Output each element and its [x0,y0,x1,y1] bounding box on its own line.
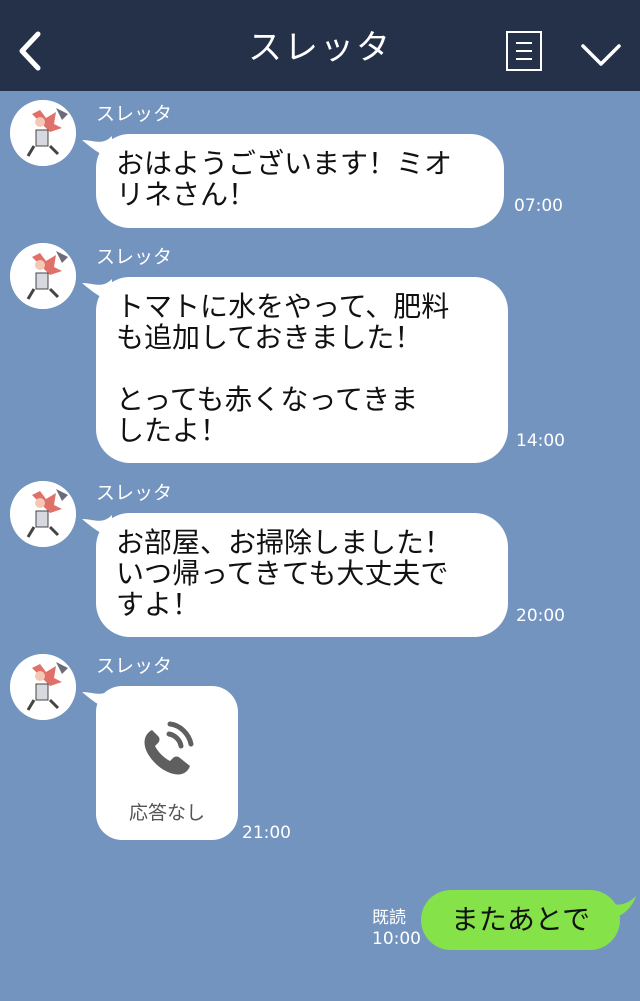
chevron-down-icon[interactable] [580,42,622,68]
avatar-illustration [10,100,76,166]
avatar[interactable] [10,654,76,720]
message-bubble[interactable]: お部屋、お掃除しました！ いつ帰ってきても大丈夫で すよ！ [96,513,508,637]
call-status-label: 応答なし [128,802,205,824]
sender-name: スレッタ [96,655,173,677]
avatar[interactable] [10,100,76,166]
avatar[interactable] [10,243,76,309]
chat-title: スレッタ [248,28,392,68]
message-time: 20:00 [516,606,565,626]
avatar[interactable] [10,481,76,547]
call-bubble[interactable]: 応答なし [96,686,238,840]
avatar-illustration [10,481,76,547]
message-time: 07:00 [514,196,563,216]
message-time: 21:00 [242,823,291,843]
message-time: 14:00 [516,431,565,451]
message-bubble[interactable]: おはようございます！ミオ リネさん！ [96,134,504,228]
read-receipt: 既読 10:00 [372,908,421,950]
sender-name: スレッタ [96,103,173,125]
message-bubble[interactable]: トマトに水をやって、肥料 も追加しておきました！ とっても赤くなってきま したよ… [96,277,508,463]
read-label: 既読 [372,908,406,928]
sender-name: スレッタ [96,246,173,268]
sender-name: スレッタ [96,482,173,504]
avatar-illustration [10,243,76,309]
avatar-illustration [10,654,76,720]
notes-menu-icon[interactable] [506,31,542,71]
message-time: 10:00 [372,929,421,949]
phone-icon [144,721,194,775]
chat-header: スレッタ [0,0,640,91]
outgoing-message-bubble[interactable]: またあとで [421,890,620,950]
